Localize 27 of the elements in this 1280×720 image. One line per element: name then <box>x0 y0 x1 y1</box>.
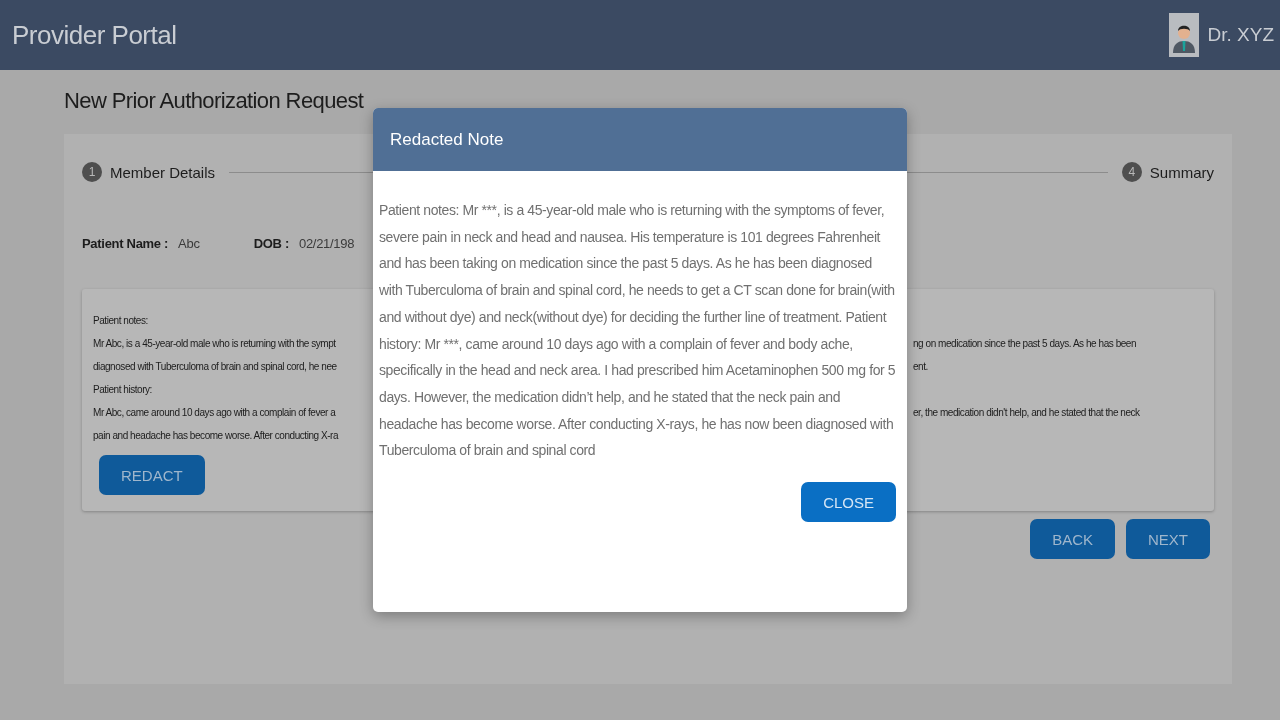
step-label: Summary <box>1149 163 1214 181</box>
step-number: 1 <box>82 162 102 182</box>
note-text: ent. <box>913 361 929 372</box>
note-text: Patient history: <box>93 384 153 395</box>
note-text: ng on medication since the past 5 days. As he has been <box>913 338 1138 349</box>
field-value: Abc <box>178 236 200 251</box>
note-text: diagnosed with Tuberculoma of brain and spinal cord, he nee <box>93 361 338 372</box>
avatar-icon <box>1169 13 1200 57</box>
nav-button[interactable]: NEXT <box>1126 519 1210 559</box>
redact-button[interactable]: REDACT <box>99 455 205 495</box>
note-text: Mr Abc, is a 45-year-old male who is returning with the sympt <box>93 338 337 349</box>
step-label: Member Details <box>110 163 216 181</box>
modal-title: Redacted Note <box>390 129 504 150</box>
user-name: Dr. XYZ <box>1207 24 1274 46</box>
note-text: Patient notes: <box>93 315 149 326</box>
note-paragraph: Patient notes: Mr ***, is a 45-year-old male who is returning with the symptoms of fever, severe pain in neck and head and nausea. His temperature is 101 degrees Fahrenheit and has been taking on medication since the past 5 days. As he has been diagnosed with Tuberculoma of brain and spinal cord, he needs to get a CT scan done for brain(with and without dye) and neck(without dye) for deciding the further line of treatment. Patient history: Mr ***, came around 10 days ago with a complain of fever and body ache, specifically in the head and neck area. I had prescribed him Acetaminophen 500 mg for 5 days. However, the medication didn’t help, and he stated that the neck pain and headache has become worse. After conducting X-rays, he has now been diagnosed with Tuberculoma of brain and spinal cord <box>379 201 897 461</box>
app-title: Provider Portal <box>12 19 177 51</box>
field-label: DOB : <box>253 236 289 251</box>
note-text: pain and headache has become worse. After conducting X-ra <box>93 430 340 441</box>
page-title: New Prior Authorization Request <box>64 88 364 114</box>
nav-button[interactable]: BACK <box>1030 519 1115 559</box>
note-text: Mr Abc, came around 10 days ago with a complain of fever a <box>93 407 337 418</box>
step-number: 4 <box>1121 162 1142 182</box>
note-text: er, the medication didn't help, and he stated that the neck <box>913 407 1141 418</box>
field-label: Patient Name : <box>82 236 169 251</box>
field-value: 02/21/198 <box>298 236 355 251</box>
close-button[interactable]: CLOSE <box>801 482 896 523</box>
